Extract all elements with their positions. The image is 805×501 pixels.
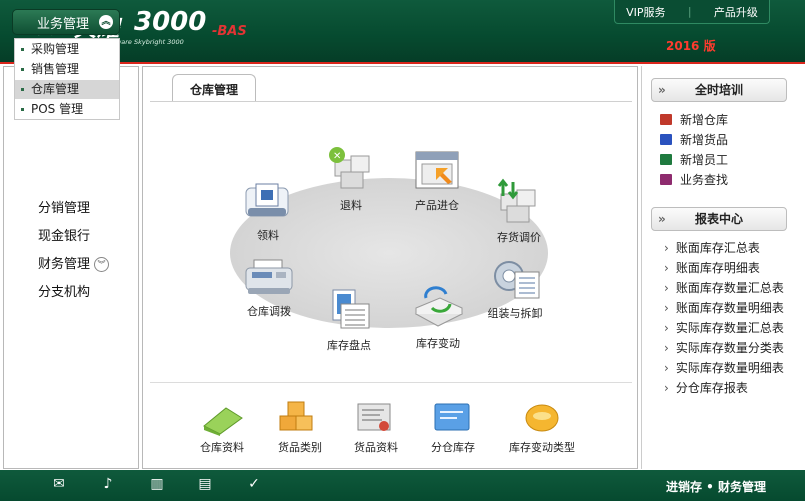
module-label: 领料: [257, 229, 279, 242]
module-warehouse-transfer[interactable]: 仓库调拨: [242, 258, 296, 319]
version-label: 2016 版: [666, 39, 716, 53]
module-label: 仓库调拨: [247, 305, 291, 318]
sidebar-item-purchase[interactable]: 采购管理: [15, 40, 119, 59]
gear-icon: [494, 261, 540, 299]
product-upgrade-link[interactable]: 产品升级: [714, 4, 758, 20]
book-icon: [660, 114, 672, 125]
return-icon: ✕: [329, 147, 370, 189]
collapse-icon: ︽: [99, 15, 113, 29]
report-title: 报表中心: [694, 212, 743, 226]
training-label: 新增员工: [680, 153, 729, 167]
training-title: 全时培训: [694, 83, 743, 97]
module-warehouse-info[interactable]: 仓库资料: [196, 400, 248, 455]
report-link[interactable]: 账面库存数量明细表: [664, 299, 784, 316]
transfer-icon: [245, 259, 293, 294]
module-label: 组装与拆卸: [487, 307, 543, 320]
training-header: » 全时培训: [651, 78, 787, 102]
logo-edition: -BAS: [212, 24, 247, 39]
tab-warehouse[interactable]: 仓库管理: [172, 74, 256, 102]
book-icon: [660, 154, 672, 165]
goods-category-icon: [279, 401, 313, 431]
module-label: 产品进仓: [415, 199, 459, 212]
sidebar-item-cash-bank[interactable]: 现金银行: [38, 225, 90, 244]
sidebar-submenu: 采购管理 销售管理 仓库管理 POS 管理: [14, 38, 120, 120]
goods-info-icon: [357, 403, 391, 431]
module-stock-change-type[interactable]: 库存变动类型: [504, 400, 580, 455]
report-link[interactable]: 账面库存汇总表: [664, 239, 760, 256]
expand-icon: ︾: [94, 257, 110, 272]
book-icon: [660, 134, 672, 145]
module-product-inbound[interactable]: 产品进仓: [410, 148, 464, 213]
report-link[interactable]: 实际库存数量分类表: [664, 339, 784, 356]
book-icon[interactable]: ▥: [147, 476, 167, 492]
module-label: 货品类别: [278, 441, 322, 454]
footer-label: 进销存 • 财务管理: [666, 480, 767, 494]
sidebar-item-finance-label: 财务管理: [38, 257, 91, 272]
sidebar-item-sales[interactable]: 销售管理: [15, 60, 119, 79]
top-nav: VIP服务 | 产品升级: [614, 0, 770, 24]
stock-change-icon: [414, 286, 464, 327]
report-link[interactable]: 账面库存明细表: [664, 259, 760, 276]
report-link[interactable]: 实际库存数量明细表: [664, 359, 784, 376]
stock-count-icon: [332, 289, 370, 329]
module-label: 库存变动: [416, 337, 460, 350]
report-link[interactable]: 分仓库存报表: [664, 379, 748, 396]
sidebar-item-distribution[interactable]: 分销管理: [38, 197, 90, 216]
module-label: 仓库资料: [200, 441, 244, 454]
mail-icon[interactable]: ✉: [49, 476, 69, 492]
sidebar-item-finance[interactable]: 财务管理 ︾: [38, 253, 110, 272]
svg-text:✕: ✕: [333, 151, 341, 162]
module-label: 库存盘点: [327, 339, 371, 352]
sidebar-category-business[interactable]: 业务管理 ︽: [12, 9, 120, 35]
sidebar-item-branch[interactable]: 分支机构: [38, 281, 90, 300]
module-goods-info[interactable]: 货品资料: [350, 400, 402, 455]
module-material-return[interactable]: ✕ 退料: [325, 146, 377, 213]
module-label: 退料: [340, 199, 362, 212]
double-chevron-icon: »: [658, 212, 666, 226]
training-label: 新增仓库: [680, 113, 729, 127]
branch-stock-icon: [434, 403, 470, 431]
module-assembly[interactable]: 组装与拆卸: [485, 254, 545, 321]
module-separator: [150, 382, 632, 383]
requisition-icon: [245, 183, 289, 217]
module-label: 库存变动类型: [509, 441, 575, 454]
module-label: 存货调价: [497, 231, 541, 244]
training-item-business-search[interactable]: 业务查找: [660, 171, 728, 188]
sidebar-category-label: 业务管理: [37, 16, 90, 32]
stock-change-type-icon: [525, 404, 559, 432]
report-link[interactable]: 账面库存数量汇总表: [664, 279, 784, 296]
training-item-add-employee[interactable]: 新增员工: [660, 151, 728, 168]
module-label: 分仓库存: [431, 441, 475, 454]
title-bar: 速达 天耀 3000 -BAS Superdata software Skybr…: [0, 0, 805, 62]
speaker-icon[interactable]: ♪: [98, 476, 118, 492]
sidebar-item-warehouse[interactable]: 仓库管理: [15, 80, 119, 99]
training-item-add-goods[interactable]: 新增货品: [660, 131, 728, 148]
module-label: 货品资料: [354, 441, 398, 454]
training-label: 新增货品: [680, 133, 729, 147]
report-header: » 报表中心: [651, 207, 787, 231]
training-label: 业务查找: [680, 173, 729, 187]
report-link[interactable]: 实际库存数量汇总表: [664, 319, 784, 336]
price-adjust-icon: [497, 178, 536, 223]
document-icon[interactable]: ▤: [195, 476, 215, 492]
warehouse-info-icon: [203, 407, 243, 436]
vip-service-link[interactable]: VIP服务: [626, 4, 665, 20]
module-stock-count[interactable]: 库存盘点: [323, 288, 375, 353]
book-icon: [660, 174, 672, 185]
nav-divider: |: [687, 5, 692, 18]
module-price-adjust[interactable]: 存货调价: [493, 178, 545, 245]
module-material-requisition[interactable]: 领料: [242, 182, 294, 243]
double-chevron-icon: »: [658, 83, 666, 97]
check-icon[interactable]: ✓: [244, 476, 264, 492]
module-goods-category[interactable]: 货品类别: [274, 400, 326, 455]
header-divider: [0, 62, 805, 64]
training-item-add-warehouse[interactable]: 新增仓库: [660, 111, 728, 128]
tab-underline: [150, 101, 632, 102]
module-stock-change[interactable]: 库存变动: [410, 284, 466, 351]
sidebar-item-pos[interactable]: POS 管理: [15, 100, 119, 119]
module-branch-stock[interactable]: 分仓库存: [427, 400, 479, 455]
inbound-icon: [415, 151, 459, 189]
